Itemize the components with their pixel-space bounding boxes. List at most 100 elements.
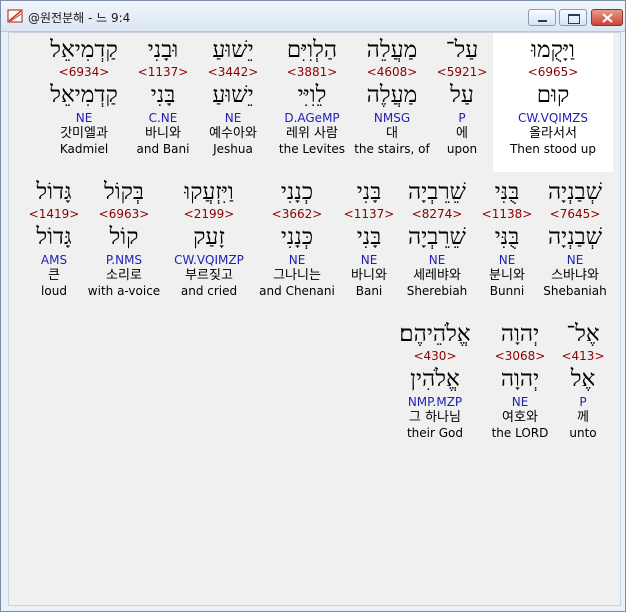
strong-number[interactable]: <1137> [133,65,193,79]
hebrew-word: כְנָנִי [280,179,314,205]
parsing-code: NE [288,253,306,267]
lemma: מַעֲלֶה [366,82,418,108]
word-cell[interactable]: בָּנִי <1137> בָּנִי NE 바니와 Bani [342,175,396,314]
strong-number[interactable]: <3662> [257,207,337,221]
lemma: קוּם [536,82,570,108]
english-gloss: Bani [355,284,383,298]
parsing-code: NE [75,111,93,125]
strong-number[interactable]: <6934> [39,65,129,79]
strong-number[interactable]: <6963> [87,207,161,221]
hebrew-word: בָּנִי [356,179,382,205]
word-cell[interactable]: שֵׁרֵבְיָה <8274> שֵׁרֵבְיָה NE 세레뱌와 She… [402,175,472,314]
parsing-code: D.AGeMP [284,111,340,125]
english-gloss: the LORD [491,426,549,440]
korean-gloss: 예수아와 [209,126,257,141]
lemma: כְּנָנִי [280,224,314,250]
parsing-code: P.NMS [105,253,143,267]
hebrew-word: וַיִּזְעֲקוּ [184,179,234,205]
word-cell[interactable]: אֶל־ <413> אֶל P 께 unto [559,317,607,456]
strong-number[interactable]: <2199> [167,207,251,221]
lemma: אֶל [570,366,596,392]
hebrew-word: שְׁבַנְיָה [547,179,603,205]
strong-number[interactable]: <5921> [433,65,491,79]
word-cell[interactable]: יֵשׁוּעַ <3442> יֵשׁוּעַ NE 예수아와 Jeshua [202,33,264,172]
english-gloss: loud [41,284,67,298]
strong-number[interactable]: <6965> [493,65,613,79]
lemma: לֵוִיִּי [297,82,327,108]
parsing-code: CW.VQIMZP [174,253,244,267]
korean-gloss: 여호와 [502,410,538,425]
title-bar[interactable]: @원전분해 - 느 9:4 [1,1,625,32]
korean-gloss: 부르짖고 [185,268,233,283]
strong-number[interactable]: <3442> [202,65,264,79]
word-cell[interactable]: וַיָּקֻמוּ <6965> קוּם CW.VQIMZS 올라서서 Th… [493,33,613,172]
strong-number[interactable]: <413> [559,349,607,363]
hebrew-word: אֶל־ [566,321,600,347]
english-gloss: the stairs, of [354,142,430,156]
hebrew-word: קַדְמִיאֵל [50,37,118,63]
korean-gloss: 그나니는 [273,268,321,283]
strong-number[interactable]: <1138> [481,207,533,221]
hebrew-word: גָּדוֹל [36,179,72,205]
hebrew-word: עַל־ [445,37,479,63]
word-cell[interactable]: וַיִּזְעֲקוּ <2199> זָעַק CW.VQIMZP 부르짖고… [167,175,251,314]
korean-gloss: 바니와 [145,126,181,141]
korean-gloss: 대 [386,126,398,141]
hebrew-word: יֵשׁוּעַ [212,37,254,63]
word-cell[interactable]: בְּקוֹל <6963> קוֹל P.NMS 소리로 with a-voi… [87,175,161,314]
strong-number[interactable]: <1137> [342,207,396,221]
lemma: שֵׁרֵבְיָה [408,224,466,250]
english-gloss: and cried [180,284,238,298]
app-icon [7,9,23,23]
maximize-button[interactable] [559,9,587,26]
korean-gloss: 스바냐와 [551,268,599,283]
app-window: @원전분해 - 느 9:4 וַיָּקֻמוּ <6965> קוּם CW.… [0,0,626,612]
korean-gloss: 그 하나님 [409,410,461,425]
english-gloss: Jeshua [213,142,253,156]
english-gloss: their God [406,426,464,440]
hebrew-word: בֻּנִּי [494,179,520,205]
lemma: זָעַק [193,224,225,250]
strong-number[interactable]: <3068> [487,349,553,363]
lemma: שְׁבַנְיָה [547,224,603,250]
hebrew-word: וַיָּקֻמוּ [531,37,575,63]
lemma: אֱלֹהִין [410,366,460,392]
minimize-button[interactable] [528,9,556,26]
strong-number[interactable]: <4608> [352,65,432,79]
word-cell[interactable]: בֻּנִּי <1138> בֻּנִּי NE 분니와 Bunni [481,175,533,314]
strong-number[interactable]: <3881> [273,65,351,79]
word-cell[interactable]: עַל־ <5921> עַל P 에 upon [433,33,491,172]
parsing-code: NE [428,253,446,267]
hebrew-word: בְּקוֹל [103,179,145,205]
word-cell[interactable]: כְנָנִי <3662> כְּנָנִי NE 그나니는 and Chen… [257,175,337,314]
word-cell[interactable]: קַדְמִיאֵל <6934> קַדְמִיאֵל NE 갓미엘과 Kad… [39,33,129,172]
strong-number[interactable]: <8274> [402,207,472,221]
window-title: @원전분해 - 느 9:4 [28,11,131,25]
parsing-code: AMS [40,253,68,267]
lemma: קוֹל [109,224,139,250]
word-cell[interactable]: וּבָנִי <1137> בָּנִי C.NE 바니와 and Bani [133,33,193,172]
word-cell[interactable]: אֱלֹהֵיהֶם׃ <430> אֱלֹהִין NMP.MZP 그 하나님… [389,317,481,456]
word-cell[interactable]: יְהוָה <3068> יְהוָה NE 여호와 the LORD [487,317,553,456]
english-gloss: and Chenani [259,284,335,298]
word-cell[interactable]: מַעֲלֵה <4608> מַעֲלֶה NMSG 대 the stairs… [352,33,432,172]
word-cell[interactable]: הַלְוִיִּם <3881> לֵוִיִּי D.AGeMP 레위 사람… [273,33,351,172]
korean-gloss: 레위 사람 [286,126,338,141]
close-button[interactable] [591,9,623,26]
interlinear-view: וַיָּקֻמוּ <6965> קוּם CW.VQIMZS 올라서서 Th… [8,32,621,606]
lemma: יֵשׁוּעַ [212,82,254,108]
parsing-code: NE [360,253,378,267]
english-gloss: and Bani [136,142,190,156]
word-cell[interactable]: שְׁבַנְיָה <7645> שְׁבַנְיָה NE 스바냐와 She… [541,175,609,314]
lemma: בָּנִי [150,82,176,108]
lemma: עַל [450,82,474,108]
strong-number[interactable]: <430> [389,349,481,363]
parsing-code: NE [566,253,584,267]
english-gloss: upon [446,142,478,156]
strong-number[interactable]: <1419> [27,207,81,221]
strong-number[interactable]: <7645> [541,207,609,221]
hebrew-word: שֵׁרֵבְיָה [408,179,466,205]
korean-gloss: 께 [577,410,589,425]
parsing-code: C.NE [148,111,178,125]
word-cell[interactable]: גָּדוֹל <1419> גָּדוֹל AMS 큰 loud [27,175,81,314]
